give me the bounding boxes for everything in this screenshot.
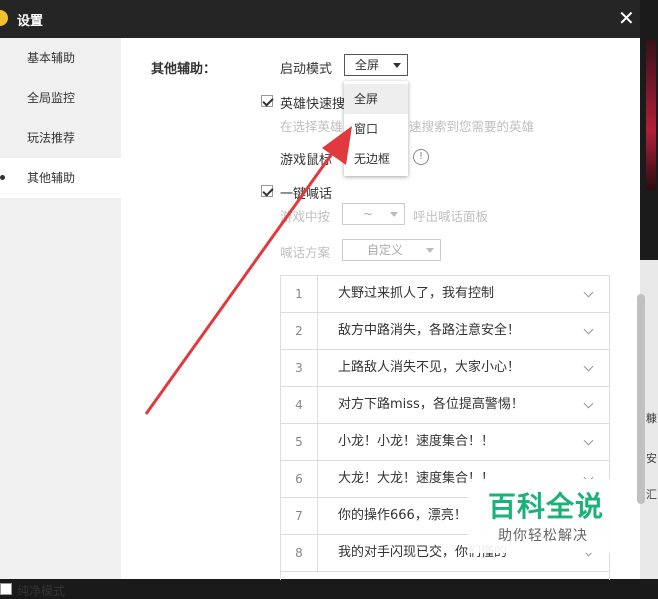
option-label: 全屏: [354, 92, 379, 106]
hero-search-hint: 速搜索到您需要的英雄: [409, 119, 535, 134]
shout-plan-label: 喊话方案: [280, 245, 331, 260]
shout-label: 一键喊话: [280, 187, 333, 202]
phrase-text: 对方下路miss，各位提高警惕！: [338, 397, 524, 412]
table-row[interactable]: 5 小龙！小龙！速度集合！！: [281, 424, 609, 461]
shout-key-hint: 呼出喊话面板: [413, 209, 489, 224]
sidebar-item-label: 玩法推荐: [27, 131, 76, 145]
chevron-down-icon: [426, 248, 434, 253]
row-number: 1: [281, 276, 318, 312]
pure-mode-checkbox[interactable]: [0, 583, 12, 595]
phrase-text: 敌方中路消失，各路注意安全！: [338, 323, 521, 338]
sidebar-item-recommend[interactable]: 玩法推荐: [0, 118, 121, 158]
section-title: 其他辅助：: [151, 62, 217, 77]
sidebar-item-label: 其他辅助: [27, 171, 76, 185]
watermark: 百科全说 助你轻松解决: [468, 479, 632, 553]
row-number: 2: [281, 313, 318, 349]
start-mode-select[interactable]: 全屏: [344, 54, 408, 76]
shout-plan-select[interactable]: 自定义: [342, 239, 441, 261]
option-label: 窗口: [354, 122, 379, 136]
hero-search-hint: 在选择英雄: [280, 119, 343, 134]
row-number: 5: [281, 424, 318, 460]
option-label: 无边框: [354, 152, 391, 166]
table-row[interactable]: 4 对方下路miss，各位提高警惕！: [281, 387, 609, 424]
dropdown-option-borderless[interactable]: 无边框: [344, 144, 408, 174]
row-number: 8: [281, 535, 318, 571]
sidebar-item-monitor[interactable]: 全局监控: [0, 78, 121, 118]
chevron-down-icon[interactable]: [583, 324, 594, 335]
background-text: 糠: [646, 412, 657, 425]
phrase-text: 小龙！小龙！速度集合！！: [338, 434, 495, 449]
window-title: 设置: [17, 14, 44, 29]
app-logo-icon: [0, 10, 8, 26]
mouse-label: 游戏鼠标: [280, 153, 333, 168]
row-number: 3: [281, 350, 318, 386]
sidebar: 基本辅助 全局监控 玩法推荐 其他辅助 纯净模式: [0, 38, 121, 598]
watermark-title: 百科全说: [488, 490, 605, 523]
close-icon[interactable]: ✕: [618, 6, 635, 30]
hero-search-checkbox[interactable]: [261, 95, 273, 107]
shout-key-select[interactable]: ~: [342, 203, 405, 225]
shout-key-value: ~: [363, 207, 374, 221]
phrase-text: 你的操作666，漂亮！: [338, 508, 467, 523]
table-row[interactable]: 3 上路敌人消失不见，大家小心！: [281, 350, 609, 387]
chevron-down-icon: [390, 212, 398, 217]
chevron-down-icon[interactable]: [583, 398, 594, 409]
shout-checkbox[interactable]: [261, 185, 273, 197]
scrollbar[interactable]: [637, 294, 645, 504]
hero-search-label: 英雄快速搜: [280, 97, 346, 112]
start-mode-value: 全屏: [355, 58, 380, 72]
start-mode-label: 启动模式: [280, 62, 333, 77]
shout-key-label: 游戏中按: [280, 209, 331, 224]
row-number: 6: [281, 461, 318, 497]
watermark-subtitle: 助你轻松解决: [498, 528, 588, 544]
chevron-down-icon[interactable]: [583, 287, 594, 298]
row-number: 7: [281, 498, 318, 534]
sidebar-item-label: 全局监控: [27, 91, 76, 105]
sidebar-item-basic[interactable]: 基本辅助: [0, 38, 121, 78]
dropdown-option-window[interactable]: 窗口: [344, 114, 408, 144]
active-dot-icon: [0, 175, 5, 180]
phrase-text: 大野过来抓人了，我有控制: [338, 286, 495, 301]
table-row[interactable]: 1 大野过来抓人了，我有控制: [281, 276, 609, 313]
dropdown-option-fullscreen[interactable]: 全屏: [344, 84, 408, 114]
shout-plan-value: 自定义: [367, 243, 404, 257]
background-text: 汇: [646, 488, 657, 501]
info-icon[interactable]: !: [413, 149, 429, 165]
phrase-text: 上路敌人消失不见，大家小心！: [338, 360, 521, 375]
row-number: 4: [281, 387, 318, 423]
chevron-down-icon[interactable]: [583, 435, 594, 446]
table-row[interactable]: 2 敌方中路消失，各路注意安全！: [281, 313, 609, 350]
start-mode-dropdown: 全屏 窗口 无边框: [344, 81, 408, 176]
sidebar-item-label: 基本辅助: [27, 51, 76, 65]
chevron-down-icon: [393, 63, 401, 68]
sidebar-item-other[interactable]: 其他辅助: [0, 158, 121, 198]
chevron-down-icon[interactable]: [583, 361, 594, 372]
pure-mode-label: 纯净模式: [17, 584, 66, 598]
background-image: [646, 40, 656, 190]
title-bar: 设置 ✕: [0, 0, 640, 38]
background-text: 安: [646, 452, 657, 465]
